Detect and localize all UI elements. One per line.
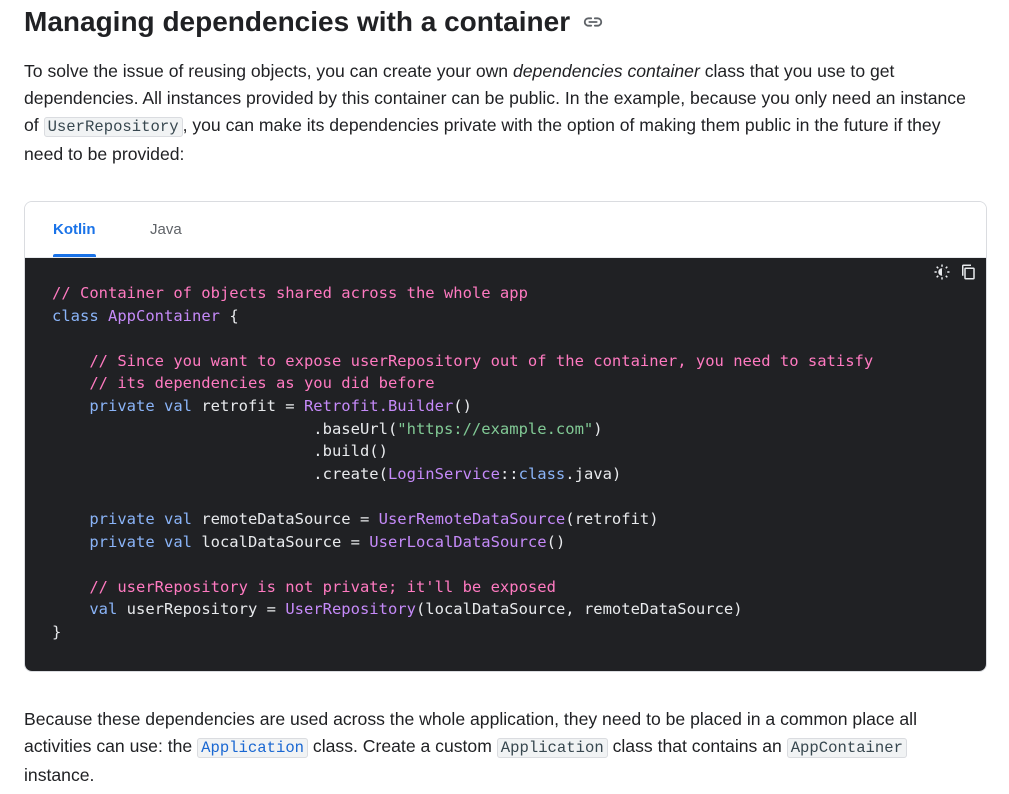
code-keyword: private val: [52, 396, 192, 415]
heading-row: Managing dependencies with a container: [24, 4, 606, 40]
code-keyword: class: [52, 306, 99, 325]
code-comment: // its dependencies as you did before: [52, 374, 435, 393]
code-comment: // Container of objects shared across th…: [52, 284, 528, 302]
code-type: AppContainer: [108, 306, 220, 325]
intro-emphasis: dependencies container: [512, 61, 700, 81]
outro-paragraph: Because these dependencies are used acro…: [24, 706, 974, 789]
link-icon[interactable]: [582, 10, 606, 34]
code-comment: // userRepository is not private; it'll …: [52, 577, 556, 596]
inline-code-application: Application: [496, 738, 608, 758]
tab-kotlin[interactable]: Kotlin: [53, 202, 96, 257]
copy-icon[interactable]: [958, 262, 978, 282]
code-text: (retrofit): [565, 509, 659, 528]
code-type: UserLocalDataSource: [369, 532, 547, 551]
code-text: .baseUrl(: [52, 419, 398, 438]
code-type: Retrofit.Builder: [303, 396, 454, 415]
tab-java[interactable]: Java: [150, 202, 182, 257]
active-tab-indicator: [53, 254, 96, 257]
code-text: ::: [499, 464, 519, 483]
code-text: .create(: [52, 464, 388, 483]
code-text: ): [593, 419, 603, 438]
inline-code-application-link[interactable]: Application: [197, 738, 309, 758]
code-type: UserRepository: [285, 600, 416, 619]
code-text: remoteDataSource =: [191, 509, 379, 528]
code-text: (localDataSource, remoteDataSource): [415, 600, 743, 619]
outro-text-2: class. Create a custom: [308, 736, 497, 756]
tab-java-label: Java: [150, 221, 182, 238]
tab-kotlin-label: Kotlin: [53, 221, 96, 238]
intro-paragraph: To solve the issue of reusing objects, y…: [24, 58, 974, 168]
code-text: .java): [565, 464, 622, 483]
code-sample-card: Kotlin Java // Container of objects shar…: [24, 201, 987, 672]
kotlin-code: // Container of objects shared across th…: [52, 282, 873, 644]
outro-text-4: instance.: [24, 765, 95, 785]
code-toolbar: [932, 262, 978, 282]
code-type: LoginService: [387, 464, 500, 483]
code-text: .build(): [52, 442, 388, 461]
inline-code-userrepository: UserRepository: [43, 117, 183, 137]
code-text: (): [546, 532, 566, 551]
code-text: retrofit =: [191, 396, 304, 415]
code-type: UserRemoteDataSource: [378, 509, 566, 528]
code-comment: // Since you want to expose userReposito…: [52, 351, 874, 370]
code-keyword: class: [518, 464, 566, 483]
page: Managing dependencies with a container T…: [0, 0, 1009, 794]
theme-toggle-icon[interactable]: [932, 262, 952, 282]
code-keyword: private val: [52, 532, 192, 551]
outro-text-3: class that contains an: [607, 736, 787, 756]
code-text: (): [453, 396, 472, 415]
code-text: }: [52, 622, 62, 641]
code-text: {: [220, 306, 239, 325]
intro-text-1: To solve the issue of reusing objects, y…: [24, 61, 513, 81]
code-string: "https://example.com": [397, 419, 594, 438]
code-keyword: private val: [52, 509, 192, 528]
code-block[interactable]: // Container of objects shared across th…: [25, 258, 986, 671]
code-text: userRepository =: [117, 600, 286, 619]
code-text: localDataSource =: [191, 532, 370, 551]
language-tabs: Kotlin Java: [25, 202, 986, 258]
inline-code-appcontainer: AppContainer: [786, 738, 907, 758]
code-keyword: val: [52, 600, 118, 619]
page-title: Managing dependencies with a container: [24, 6, 571, 37]
